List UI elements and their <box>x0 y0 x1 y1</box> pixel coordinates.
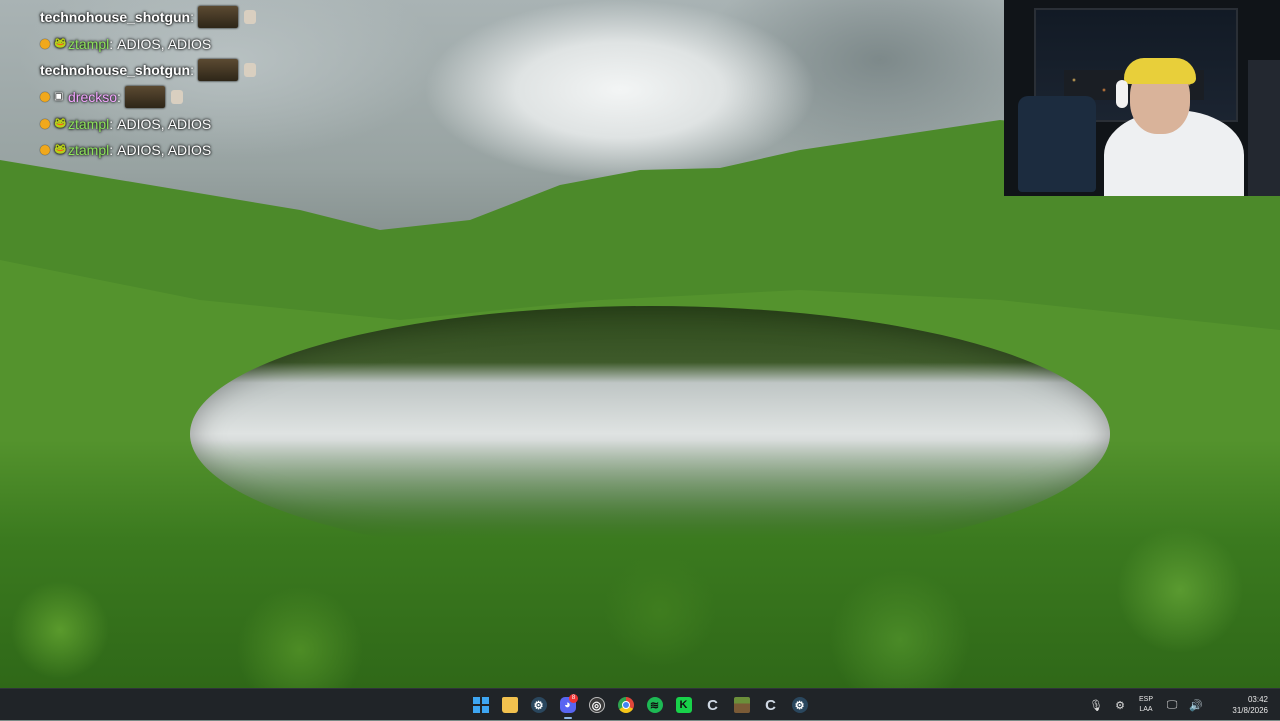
chat-username: ztampl <box>68 115 110 132</box>
chat-separator: : <box>190 62 195 78</box>
layout-code: LAA <box>1139 706 1153 713</box>
chat-separator: : <box>109 35 114 52</box>
user-badge-icon: ▣ <box>54 90 64 102</box>
taskbar-discord[interactable]: ◕ 8 <box>553 689 582 721</box>
chat-emote-icon <box>198 59 239 81</box>
chat-text: ADIOS, ADIOS <box>117 115 212 132</box>
ccleaner-icon: C <box>707 696 718 714</box>
language-code: ESP <box>1138 696 1153 703</box>
taskbar-app-list: ⚙ ◕ 8 ◎ ≋ K C C ⚙ <box>466 689 814 721</box>
network-icon[interactable]: 🖵 <box>1160 689 1184 721</box>
taskbar-steam-2[interactable]: ⚙ <box>785 689 814 721</box>
chat-message: technohouse_shotgun : <box>40 4 360 30</box>
chat-text: ADIOS, ADIOS <box>117 35 212 52</box>
ccleaner-icon: C <box>765 696 776 714</box>
chat-message: technohouse_shotgun : <box>40 57 360 83</box>
chat-message: 🐸 ztampl : ADIOS, ADIOS <box>40 110 360 137</box>
discord-notification-badge: 8 <box>569 694 578 703</box>
taskbar-ccleaner[interactable]: C <box>698 689 727 721</box>
chat-username: drecksо <box>68 88 118 105</box>
webcam-streamer-beanie <box>1124 58 1196 84</box>
obs-icon: ◎ <box>588 697 605 713</box>
windows-taskbar: ⚙ ◕ 8 ◎ ≋ K C C ⚙ 🎙 ⚙ ESP LAA 🖵 🔊 03:42 … <box>0 688 1280 720</box>
chrome-icon <box>617 697 634 713</box>
spotify-icon: ≋ <box>646 697 663 713</box>
frog-badge-icon: 🐸 <box>54 144 67 155</box>
wallpaper-foreground-shrubs <box>0 440 1280 688</box>
keyboard-language-indicator[interactable]: ESP LAA <box>1132 695 1160 715</box>
frog-badge-icon: 🐸 <box>54 37 67 49</box>
taskbar-kick[interactable]: K <box>669 689 698 721</box>
chat-emote-icon <box>198 6 239 28</box>
chat-username: ztampl <box>68 142 110 158</box>
taskbar-chrome[interactable] <box>611 689 640 721</box>
sub-badge-icon <box>40 145 50 155</box>
taskbar-start-button[interactable] <box>466 689 495 721</box>
chat-emote-icon <box>124 85 165 108</box>
chat-username: technohouse_shotgun <box>40 62 191 78</box>
taskbar-obs[interactable]: ◎ <box>582 689 611 721</box>
chat-separator: : <box>109 115 114 132</box>
chat-emote-icon <box>244 63 257 77</box>
chat-emote-icon <box>244 10 257 24</box>
steam-icon: ⚙ <box>530 697 547 713</box>
chat-text: ADIOS, ADIOS <box>117 142 212 158</box>
taskbar-minecraft[interactable] <box>727 689 756 721</box>
webcam-gaming-chair <box>1018 96 1096 192</box>
taskbar-steam[interactable]: ⚙ <box>524 689 553 721</box>
taskbar-clock[interactable]: 03:42 31/8/2026 <box>1208 694 1280 716</box>
steam-icon: ⚙ <box>791 697 808 713</box>
chat-username: ztampl <box>68 35 110 52</box>
volume-icon[interactable]: 🔊 <box>1184 689 1208 721</box>
system-tray: 🎙 ⚙ ESP LAA 🖵 🔊 03:42 31/8/2026 <box>1084 689 1280 721</box>
chat-message: 🐸 ztampl : ADIOS, ADIOS <box>40 30 360 57</box>
webcam-headphones <box>1116 80 1128 108</box>
stream-chat-overlay: technohouse_shotgun : 🐸 ztampl : ADIOS, … <box>40 4 360 163</box>
microphone-icon[interactable]: 🎙 <box>1084 689 1108 721</box>
webcam-overlay <box>1004 0 1280 196</box>
taskbar-file-explorer[interactable] <box>495 689 524 721</box>
webcam-shelf <box>1248 60 1280 196</box>
chat-separator: : <box>117 88 121 105</box>
sub-badge-icon <box>40 38 50 49</box>
chat-message: ▣ drecksо : <box>40 83 360 110</box>
chat-emote-icon <box>170 89 183 104</box>
clock-date: 31/8/2026 <box>1232 706 1268 715</box>
taskbar-ccleaner-2[interactable]: C <box>756 689 785 721</box>
chat-message: 🐸 ztampl : ADIOS, ADIOS <box>40 137 360 163</box>
chat-username: technohouse_shotgun <box>40 9 191 25</box>
windows-icon <box>472 697 489 713</box>
folder-icon <box>501 697 518 713</box>
sub-badge-icon <box>40 91 50 102</box>
chat-separator: : <box>109 142 114 158</box>
kick-icon: K <box>675 697 692 713</box>
settings-tray-icon[interactable]: ⚙ <box>1108 689 1132 721</box>
minecraft-icon <box>733 697 750 713</box>
taskbar-spotify[interactable]: ≋ <box>640 689 669 721</box>
sub-badge-icon <box>40 118 50 129</box>
frog-badge-icon: 🐸 <box>54 117 67 129</box>
clock-time: 03:42 <box>1247 695 1268 704</box>
chat-separator: : <box>190 9 195 25</box>
